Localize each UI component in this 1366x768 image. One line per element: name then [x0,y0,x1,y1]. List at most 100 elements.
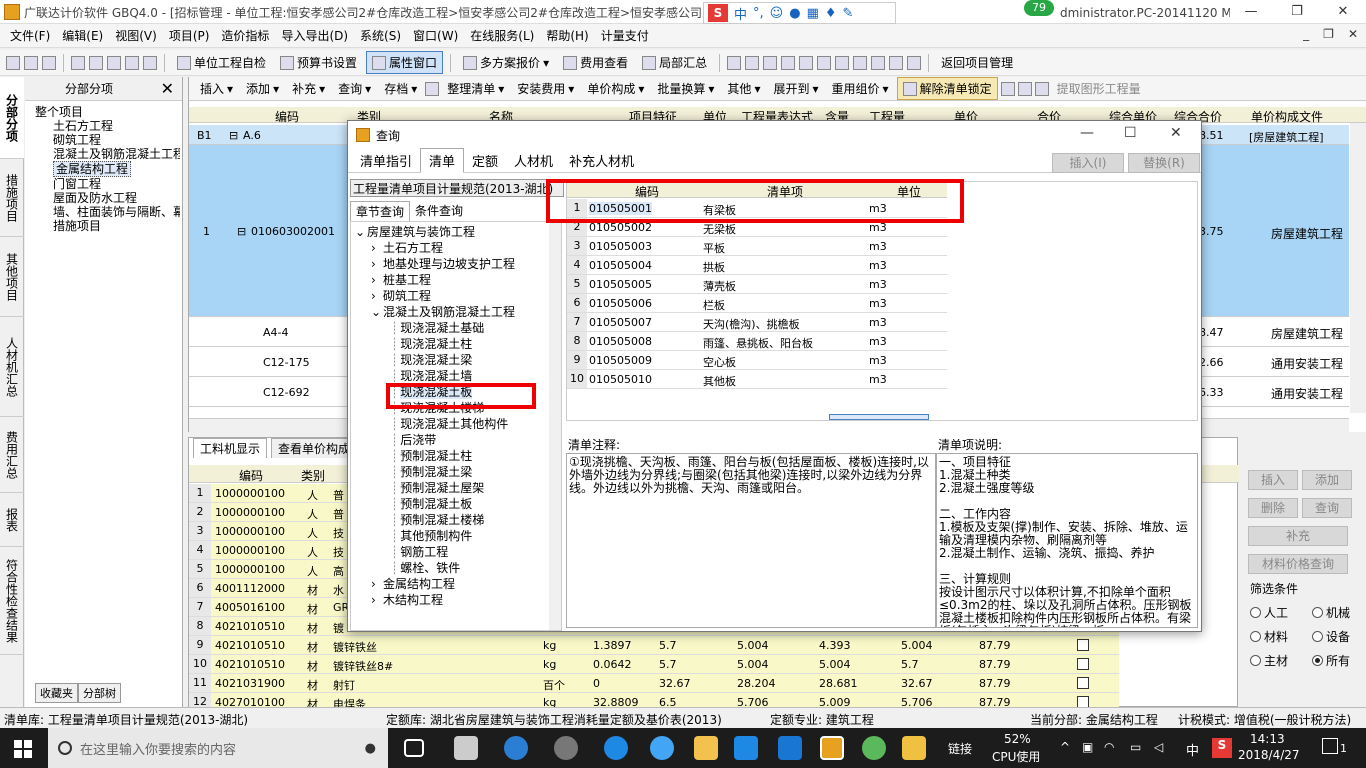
tree-item[interactable]: › 土石方工程 [351,240,561,256]
tree-item[interactable]: 措施项目 [35,219,180,233]
cube-icon[interactable] [889,55,904,70]
plus-app-icon[interactable] [778,736,802,760]
tree-item[interactable]: ┊ 现浇混凝土基础 [351,320,561,336]
folder-icon[interactable] [694,736,718,760]
redo-icon[interactable] [143,55,157,70]
tree-item[interactable]: ┊ 螺栓、铁件 [351,560,561,576]
expand-icon[interactable]: ⊟ [229,129,238,142]
first-icon[interactable] [727,55,742,70]
tab-favorites[interactable]: 收藏夹 [35,683,78,703]
tree-item[interactable]: ┊ 其他预制构件 [351,528,561,544]
partial-summary-button[interactable]: 局部汇总 [637,52,712,73]
list-item[interactable]: 6 010505006 栏板 m3 [567,294,947,313]
g-app-icon[interactable] [734,736,758,760]
tab-measures[interactable]: 措施项目 [0,159,24,237]
list-item[interactable]: 8 010505008 雨篷、悬挑板、阳台板 m3 [567,332,947,351]
list-item[interactable]: 5 010505005 薄壳板 m3 [567,275,947,294]
checkbox-icon[interactable] [1077,658,1089,670]
insert-button[interactable]: 插入(I) [1052,153,1124,173]
tab-quota[interactable]: 定额 [464,149,506,172]
unlock-list-button[interactable]: 解除清单锁定 [896,77,998,100]
tree-item[interactable]: 混凝土及钢筋混凝土工程 [35,147,180,161]
vertical-scrollbar[interactable] [1350,123,1366,413]
tab-supplement-material[interactable]: 补充人材机 [561,149,642,172]
chevron-right-icon[interactable]: › [371,576,383,592]
filter-main-material[interactable]: 主材 [1250,652,1288,669]
col-type[interactable]: 类别 [301,467,325,484]
material-price-query-button[interactable]: 材料价格查询 [1248,554,1348,574]
batch-convert-button[interactable]: 批量换算 ▾ [652,78,719,99]
list-item[interactable]: 7 010505007 天沟(檐沟)、挑檐板 m3 [567,313,947,332]
taskbar-search[interactable]: 在这里输入你要搜索的内容 ● [48,728,388,768]
chevron-right-icon[interactable]: › [371,288,383,304]
move-down-icon[interactable] [1034,81,1049,96]
list-item[interactable]: 9 010505009 空心板 m3 [567,351,947,370]
tree-item[interactable]: ┊ 预制混凝土柱 [351,448,561,464]
tree-item[interactable]: 墙、柱面装饰与隔断、幕 [35,205,180,219]
next-icon[interactable] [763,55,778,70]
insert-button[interactable]: 插入 ▾ [195,78,238,99]
paragraph-icon[interactable] [871,55,886,70]
ime-punct[interactable]: °, [753,6,764,21]
tree-item[interactable]: › 地基处理与边坡支护工程 [351,256,561,272]
other-button[interactable]: 其他 ▾ [722,78,765,99]
tree-item[interactable]: 门窗工程 [35,177,180,191]
menu-system[interactable]: 系统(S) [354,27,407,44]
chevron-right-icon[interactable]: › [371,592,383,608]
list-item[interactable]: 3 010505003 平板 m3 [567,237,947,256]
table-row[interactable]: 11 4021031900 材 射钉 百个 0 32.67 28.204 28.681 32.67… [189,674,1119,693]
volume-icon[interactable]: ◁ [1154,740,1163,754]
tree-item[interactable]: › 桩基工程 [351,272,561,288]
chevron-up-icon[interactable]: ^ [1060,740,1070,754]
table-row[interactable]: 9 4021010510 材 镀锌铁丝 kg 1.3897 5.7 5.004 4.393 5.0… [189,636,1119,655]
close-pane-icon[interactable]: ✕ [161,79,174,98]
reuse-pricing-button[interactable]: 重用组价 ▾ [827,78,894,99]
menu-online[interactable]: 在线服务(L) [464,27,540,44]
install-fee-button[interactable]: 安装费用 ▾ [512,78,579,99]
fee-view-button[interactable]: 费用查看 [558,52,633,73]
tree-item-selected[interactable]: 金属结构工程 [53,161,132,177]
new-icon[interactable] [6,55,20,70]
query-row-button[interactable]: 查询 [1302,498,1352,518]
restore-icon[interactable]: ❐ [1274,0,1320,24]
tab-price-composition[interactable]: 查看单价构成 [271,438,358,458]
expand-to-button[interactable]: 展开到 ▾ [768,78,823,99]
tree-item[interactable]: ┊ 预制混凝土梁 [351,464,561,480]
filter-equipment[interactable]: 设备 [1312,628,1350,645]
filter-material[interactable]: 材料 [1250,628,1288,645]
multi-plan-quote-button[interactable]: 多方案报价 ▾ [458,52,554,73]
tree-item[interactable]: 整个项目 [35,105,180,119]
tab-chapter-query[interactable]: 章节查询 [350,201,411,222]
return-project-button[interactable]: 返回项目管理 [936,52,1018,73]
tab-reports[interactable]: 报表 [0,493,24,547]
tree-item[interactable]: ┊ 预制混凝土楼梯 [351,512,561,528]
menu-edit[interactable]: 编辑(E) [56,27,109,44]
down-icon[interactable] [817,55,832,70]
chevron-right-icon[interactable]: › [371,240,383,256]
menu-file[interactable]: 文件(F) [4,27,56,44]
wrench-icon[interactable]: ✎ [843,6,854,21]
ime-lang[interactable]: 中 [734,4,747,23]
tree-item[interactable]: › 木结构工程 [351,592,561,608]
tree-item[interactable]: › 砌筑工程 [351,288,561,304]
copy-icon[interactable] [89,55,103,70]
save-icon[interactable] [42,55,56,70]
menu-payment[interactable]: 计量支付 [595,27,655,44]
insert-row-button[interactable]: 插入 [1248,470,1298,490]
dialog-close-icon[interactable]: ✕ [1170,125,1182,141]
tree-item[interactable]: ┊ 后浇带 [351,432,561,448]
help-app-icon[interactable] [902,736,926,760]
ime-indicator[interactable]: 中 [1186,740,1199,759]
tab-list[interactable]: 清单 [420,148,465,173]
fan-app-icon[interactable] [454,736,478,760]
mdi-minimize-icon[interactable]: _ [1303,27,1309,41]
binoculars-icon[interactable] [425,81,440,96]
task-view-icon[interactable] [404,739,424,757]
filter-labor[interactable]: 人工 [1250,604,1288,621]
tab-other[interactable]: 其他项目 [0,237,24,317]
clock-date[interactable]: 2018/4/27 [1238,748,1300,762]
keyboard-icon[interactable]: ▦ [807,6,819,21]
notification-icon[interactable] [1322,738,1338,754]
extract-quantity-button[interactable]: 提取图形工程量 [1052,78,1146,99]
mdi-restore-icon[interactable]: ❐ [1323,27,1334,41]
